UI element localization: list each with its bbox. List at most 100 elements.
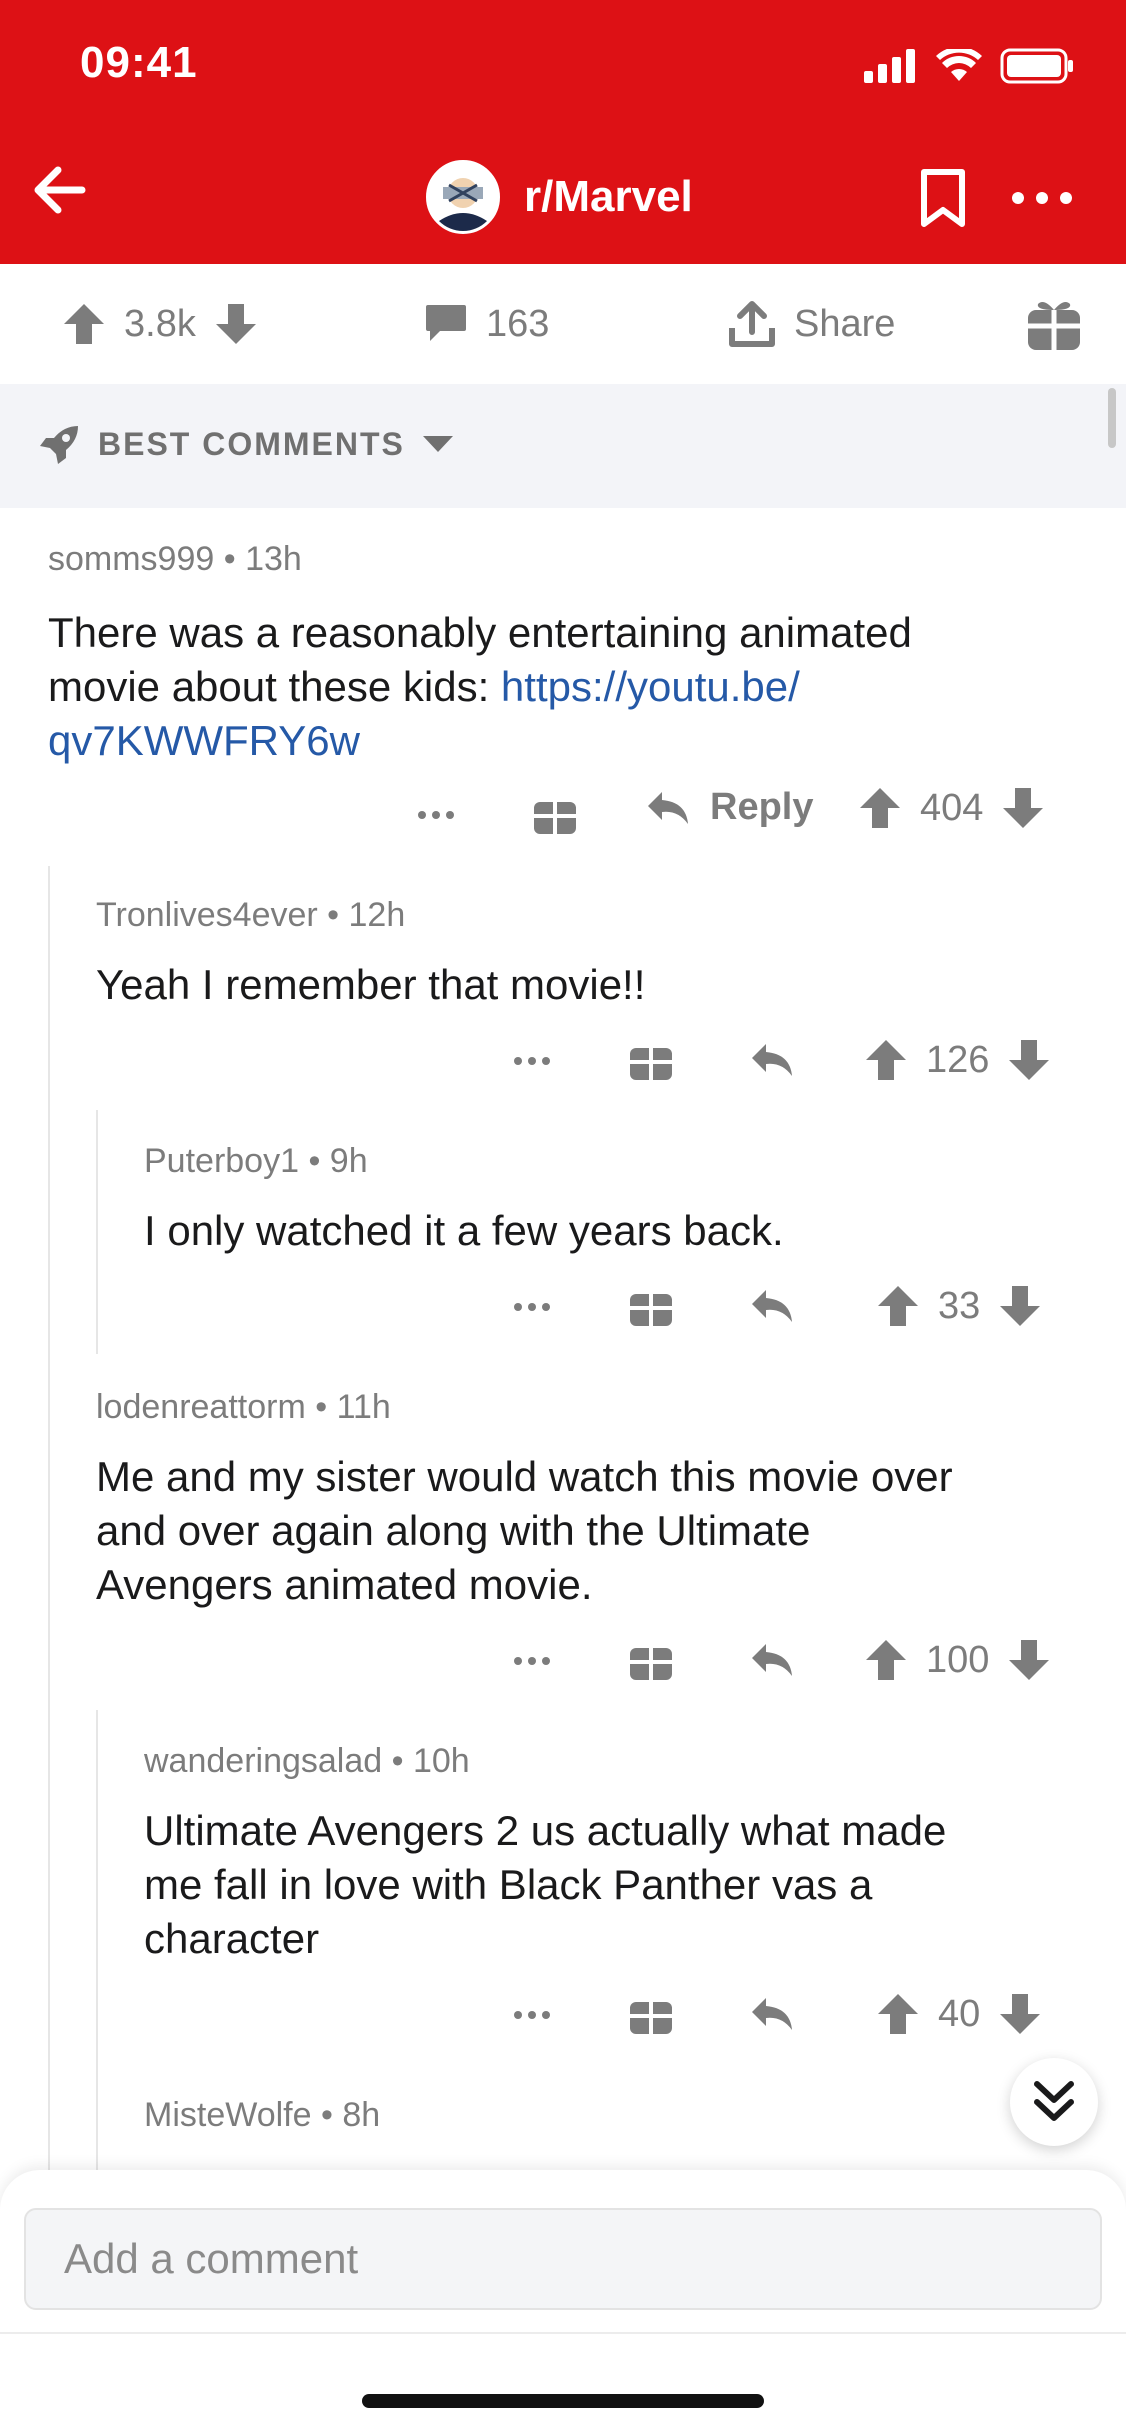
reply-arrow-icon[interactable] [748,1286,796,1326]
comment-vote-group: 33 [876,1284,1042,1328]
comment-age: 13h [245,540,302,578]
comment-meta: MisteWolfe • 8h [144,2096,381,2134]
divider [0,2332,1126,2334]
comment-text-line: Avengers animated movie. [96,1561,593,1608]
reply-arrow-icon[interactable] [748,1994,796,2034]
more-options-icon[interactable] [512,1654,552,1668]
downvote-icon[interactable] [1001,786,1045,830]
comment-meta: Puterboy1 • 9h [144,1142,368,1180]
share-label: Share [794,302,896,345]
comment-body: There was a reasonably entertaining anim… [48,606,912,768]
comment-vote-group: 100 [864,1638,1051,1682]
home-indicator[interactable] [362,2394,764,2408]
comment-body: Yeah I remember that movie!! [96,958,645,1012]
comment-score: 404 [920,786,984,829]
comment-author[interactable]: MisteWolfe [144,2096,312,2134]
comment-body: Ultimate Avengers 2 us actually what mad… [144,1804,946,1966]
comment-vote-group: 404 [858,786,1045,830]
comment-vote-group: 40 [876,1992,1042,2036]
comment-text-line: me fall in love with Black Panther vas a [144,1861,873,1908]
scroll-next-button[interactable] [1010,2058,1098,2146]
comment-text-line: Yeah I remember that movie!! [96,961,646,1008]
post-action-bar: 3.8k 163 Share [0,264,1126,384]
thread-line [96,1710,98,2170]
comment-text-line: There was a reasonably entertaining anim… [48,609,912,656]
comment-age: 9h [329,1142,368,1180]
upvote-icon[interactable] [858,786,902,830]
more-options-icon[interactable] [512,2008,552,2022]
comment-text-line: Me and my sister would watch this movie … [96,1453,953,1500]
share-icon [729,301,775,347]
bookmark-icon[interactable] [918,168,968,228]
downvote-icon[interactable] [998,1284,1042,1328]
subreddit-title[interactable]: r/Marvel [426,160,693,234]
award-gift-icon[interactable] [628,1036,674,1082]
downvote-icon[interactable] [998,1992,1042,2036]
thread-line [48,866,50,2170]
share-button[interactable]: Share [728,292,895,356]
double-chevron-down-icon [1034,2081,1074,2121]
comment-age: 12h [348,896,406,934]
comment-age: 10h [412,1742,470,1780]
comment-score: 33 [938,1284,981,1327]
comment-meta: Tronlives4ever • 12h [96,896,406,934]
battery-icon [1000,48,1073,84]
more-options-icon[interactable] [1010,188,1074,208]
comment-score: 126 [926,1038,990,1081]
comment-link-cont[interactable]: qv7KWWFRY6w [48,714,912,768]
back-arrow-icon[interactable] [28,160,88,220]
thread-line [96,1110,98,1354]
status-time: 09:41 [80,38,198,87]
rocket-icon [40,426,78,464]
comment-vote-group: 126 [864,1038,1051,1082]
sort-label: BEST COMMENTS [98,425,405,462]
award-gift-icon[interactable] [628,1636,674,1682]
comment-author[interactable]: Puterboy1 [144,1142,299,1180]
reply-arrow-icon [648,791,688,824]
reply-arrow-icon[interactable] [748,1040,796,1080]
scrollbar-thumb[interactable] [1108,388,1116,448]
comment-body: Me and my sister would watch this movie … [96,1450,953,1612]
comment-text-line: character [144,1915,320,1962]
app-header: 09:41 r/Marvel [0,0,1126,264]
upvote-icon[interactable] [864,1638,908,1682]
reply-arrow-icon[interactable] [748,1640,796,1680]
downvote-icon[interactable] [1007,1638,1051,1682]
post-vote-group: 3.8k [62,292,258,356]
comment-author[interactable]: wanderingsalad [144,1742,382,1780]
subreddit-name: r/Marvel [524,172,693,221]
upvote-icon[interactable] [876,1992,920,2036]
signal-icon [864,49,915,83]
award-gift-icon[interactable] [628,1990,674,2036]
comment-author[interactable]: Tronlives4ever [96,896,318,934]
comment-meta: wanderingsalad • 10h [144,1742,470,1780]
award-gift-icon[interactable] [628,1282,674,1328]
comment-input[interactable] [24,2208,1102,2310]
award-gift-icon[interactable] [1026,296,1082,352]
comment-author[interactable]: lodenreattorm [96,1388,306,1426]
upvote-icon[interactable] [62,302,106,346]
comment-score: 100 [926,1638,990,1681]
downvote-icon[interactable] [214,302,258,346]
comment-link[interactable]: https://youtu.be/ [501,663,800,710]
subreddit-avatar [426,160,500,234]
comment-meta: lodenreattorm • 11h [96,1388,391,1426]
comment-text-line: I only watched it a few years back. [144,1207,784,1254]
downvote-icon[interactable] [1007,1038,1051,1082]
chevron-down-icon [422,436,453,452]
upvote-icon[interactable] [876,1284,920,1328]
more-options-icon[interactable] [512,1300,552,1314]
post-score: 3.8k [124,302,196,345]
comments-button[interactable]: 163 [424,292,549,356]
upvote-icon[interactable] [864,1038,908,1082]
more-options-icon[interactable] [416,808,456,822]
comment-age: 11h [336,1388,391,1426]
comment-text-line: and over again along with the Ultimate [96,1507,811,1554]
reply-button[interactable]: Reply [644,786,813,829]
award-gift-icon[interactable] [532,790,578,836]
comment-author[interactable]: somms999 [48,540,214,578]
comment-count: 163 [486,302,550,345]
more-options-icon[interactable] [512,1054,552,1068]
sort-bar[interactable]: BEST COMMENTS [0,384,1126,508]
comment-score: 40 [938,1992,981,2035]
